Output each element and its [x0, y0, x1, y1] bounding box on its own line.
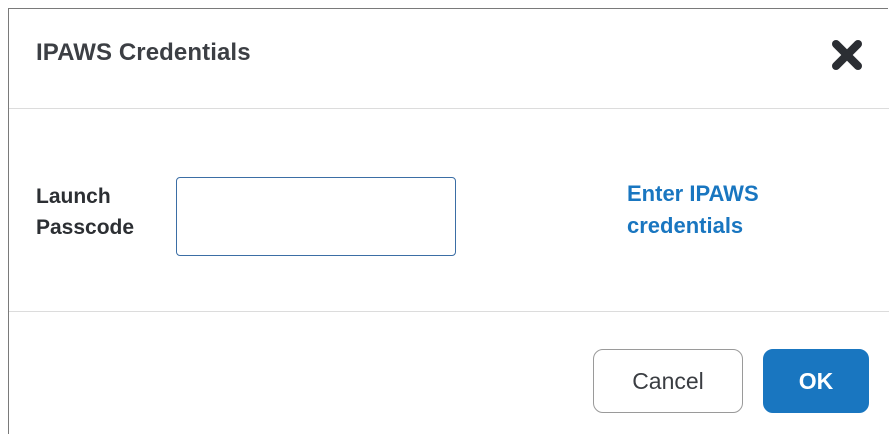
- close-x-icon: [832, 40, 862, 70]
- close-button[interactable]: [827, 35, 867, 75]
- dialog-title: IPAWS Credentials: [36, 39, 251, 66]
- ok-button[interactable]: OK: [763, 349, 869, 413]
- enter-ipaws-credentials-link[interactable]: Enter IPAWS credentials: [627, 178, 847, 242]
- dialog-body: Launch Passcode Enter IPAWS credentials: [9, 109, 889, 312]
- launch-passcode-input[interactable]: [176, 177, 456, 256]
- cancel-button[interactable]: Cancel: [593, 349, 743, 413]
- dialog-footer: Cancel OK: [9, 312, 889, 435]
- dialog-header: IPAWS Credentials: [9, 9, 889, 109]
- ipaws-credentials-dialog: IPAWS Credentials Launch Passcode Enter …: [8, 8, 889, 435]
- launch-passcode-label: Launch Passcode: [36, 185, 135, 239]
